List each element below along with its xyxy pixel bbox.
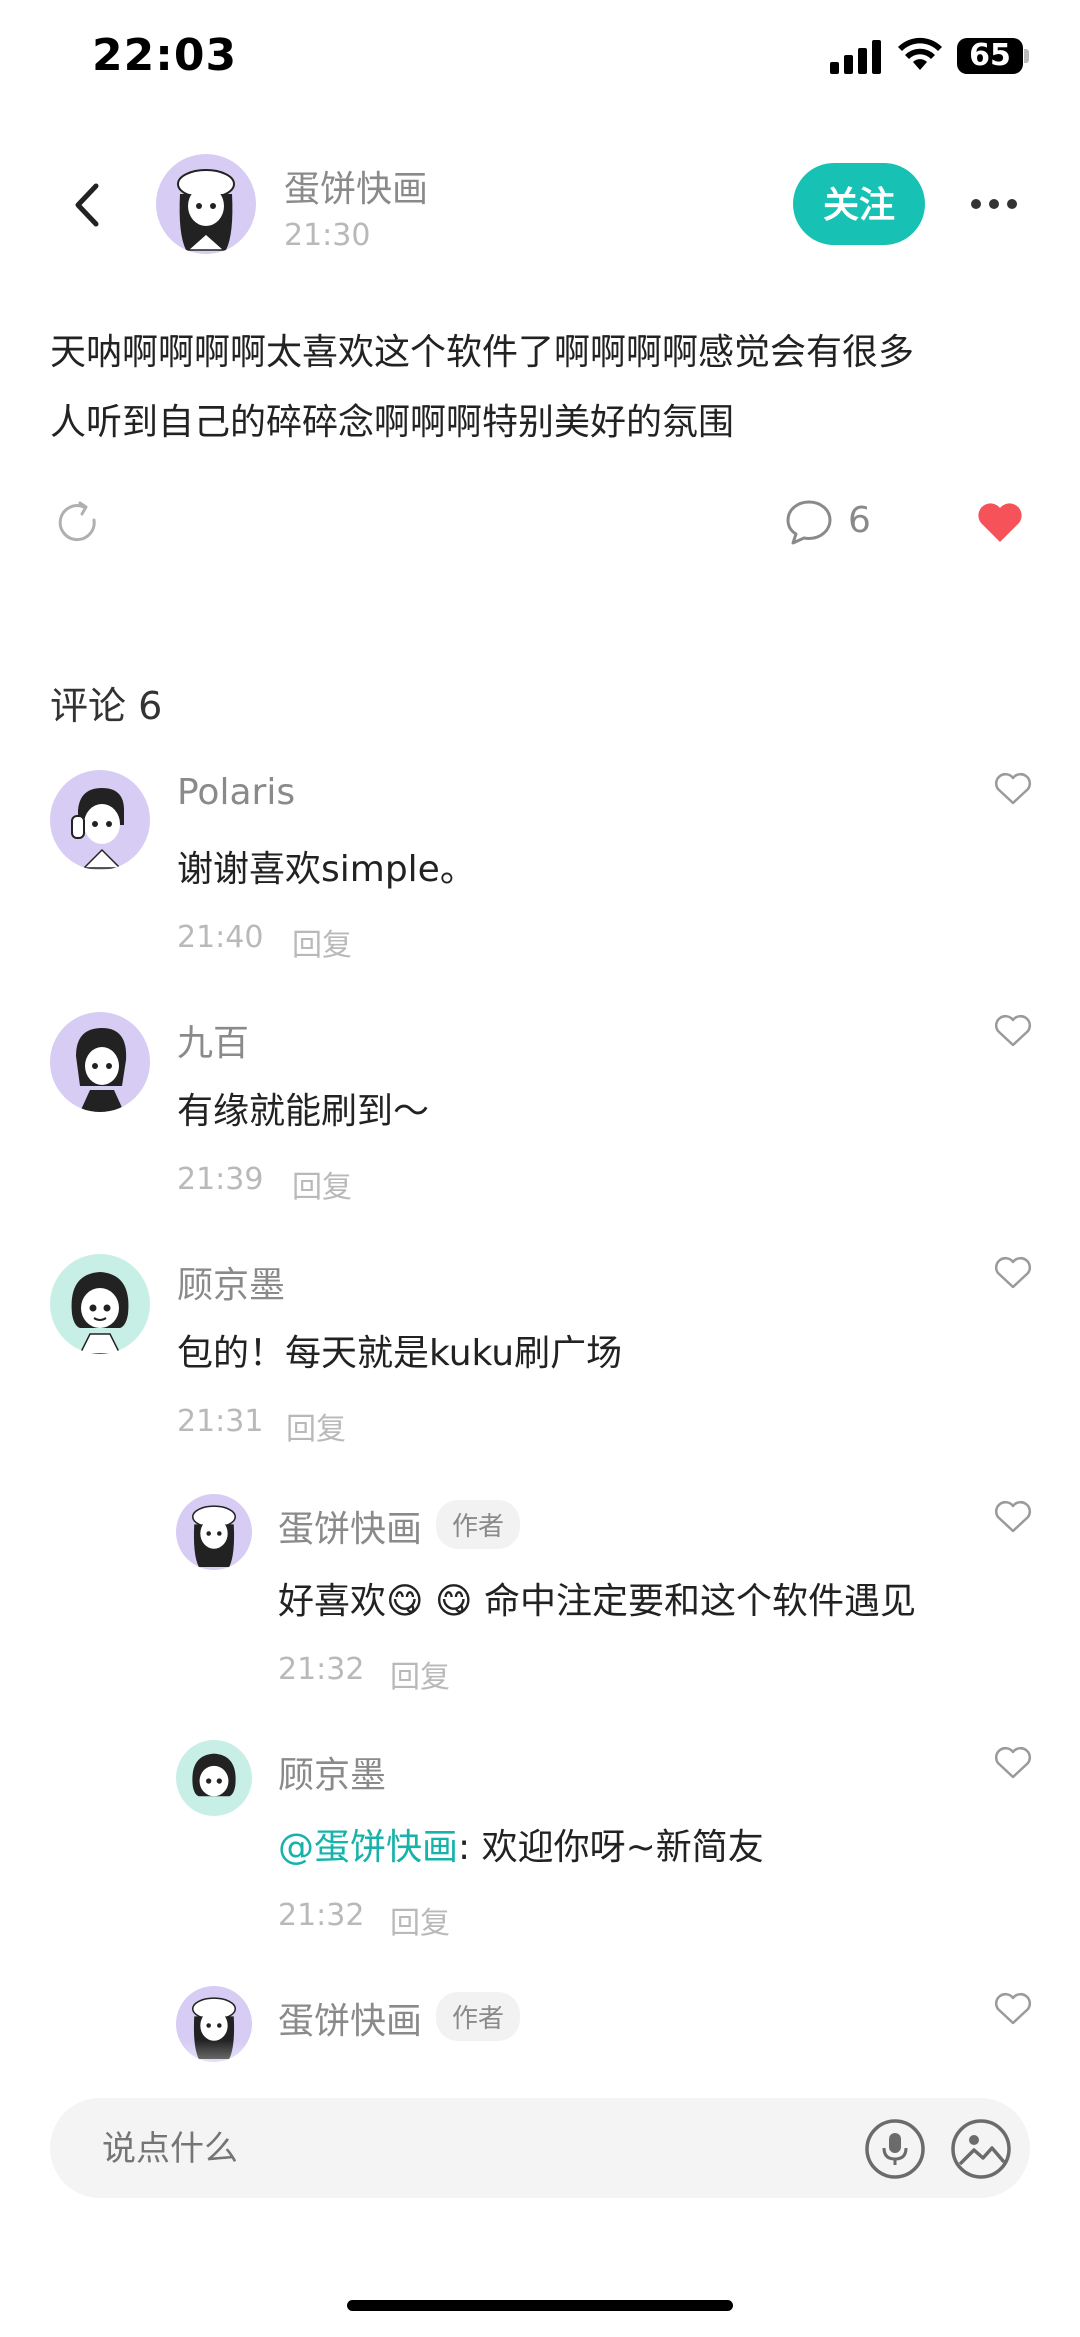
follow-button[interactable]: 关注 — [793, 163, 925, 245]
reply-time: 21:32 — [278, 1898, 365, 1933]
image-icon[interactable] — [950, 2118, 1012, 2180]
reply-avatar[interactable] — [176, 1494, 252, 1570]
reply-author[interactable]: 顾京墨 — [278, 1746, 386, 1798]
reply-text: 好喜欢😋 😋 命中注定要和这个软件遇见 — [278, 1581, 916, 1622]
signal-icon — [830, 40, 881, 74]
post-content-line: 天呐啊啊啊啊太喜欢这个软件了啊啊啊啊感觉会有很多 — [50, 332, 915, 373]
microphone-icon[interactable] — [864, 2118, 926, 2180]
more-icon[interactable] — [970, 196, 1018, 212]
author-badge: 作者 — [436, 1500, 521, 1549]
comment-avatar[interactable] — [50, 1012, 150, 1112]
mention-link[interactable]: @蛋饼快画 — [278, 1827, 458, 1868]
back-icon[interactable] — [72, 182, 102, 228]
comment-author[interactable]: Polaris — [177, 772, 295, 813]
comment-text: 谢谢喜欢simple。 — [177, 849, 476, 890]
comment-like-icon[interactable] — [994, 1500, 1032, 1534]
reply-author[interactable]: 蛋饼快画 — [278, 1992, 422, 2044]
wifi-icon — [898, 37, 942, 70]
comment-time: 21:31 — [177, 1404, 264, 1439]
reply-text: : 欢迎你呀~新简友 — [458, 1827, 764, 1868]
comment-like-icon[interactable] — [994, 1256, 1032, 1290]
reply-button[interactable]: 回复 — [286, 1404, 346, 1448]
reply-time: 21:32 — [278, 1652, 365, 1687]
author-avatar[interactable] — [156, 154, 256, 254]
status-time: 22:03 — [92, 30, 238, 81]
comment-like-icon[interactable] — [994, 772, 1032, 806]
comment-avatar[interactable] — [50, 770, 150, 870]
post-content-line: 人听到自己的碎碎念啊啊啊特别美好的氛围 — [50, 402, 735, 443]
author-name[interactable]: 蛋饼快画 — [284, 160, 428, 212]
home-indicator — [347, 2300, 733, 2311]
comment-time: 21:40 — [177, 920, 264, 955]
scroll-fade — [0, 2040, 1080, 2100]
battery-icon: 65 — [957, 38, 1023, 74]
comment-like-icon[interactable] — [994, 1014, 1032, 1048]
comment-like-icon[interactable] — [994, 1746, 1032, 1780]
reply-button[interactable]: 回复 — [390, 1898, 450, 1942]
post-content: 天呐啊啊啊啊太喜欢这个软件了啊啊啊啊感觉会有很多 人听到自己的碎碎念啊啊啊特别美… — [50, 318, 1040, 458]
comment-like-icon[interactable] — [994, 1992, 1032, 2026]
share-icon[interactable] — [54, 498, 104, 548]
comment-input[interactable] — [100, 2118, 844, 2180]
comment-text: 包的！每天就是kuku刷广场 — [177, 1333, 623, 1374]
author-badge: 作者 — [436, 1992, 521, 2041]
comment-time: 21:39 — [177, 1162, 264, 1197]
comments-header: 评论 6 — [50, 684, 163, 728]
battery-tip — [1024, 49, 1029, 63]
comment-text: 有缘就能刷到～ — [177, 1091, 430, 1132]
reply-button[interactable]: 回复 — [292, 1162, 352, 1206]
reply-avatar[interactable] — [176, 1740, 252, 1816]
reply-author[interactable]: 蛋饼快画 — [278, 1500, 422, 1552]
comment-author[interactable]: 九百 — [177, 1014, 249, 1066]
reply-text-wrapper: @蛋饼快画: 欢迎你呀~新简友 — [278, 1818, 764, 1870]
reply-button[interactable]: 回复 — [292, 920, 352, 964]
reply-button[interactable]: 回复 — [390, 1652, 450, 1696]
comment-avatar[interactable] — [50, 1254, 150, 1354]
comment-author[interactable]: 顾京墨 — [177, 1256, 285, 1308]
comment-count: 6 — [848, 500, 871, 541]
post-time: 21:30 — [284, 218, 371, 253]
comment-icon[interactable] — [784, 498, 834, 546]
like-icon[interactable] — [976, 500, 1024, 544]
